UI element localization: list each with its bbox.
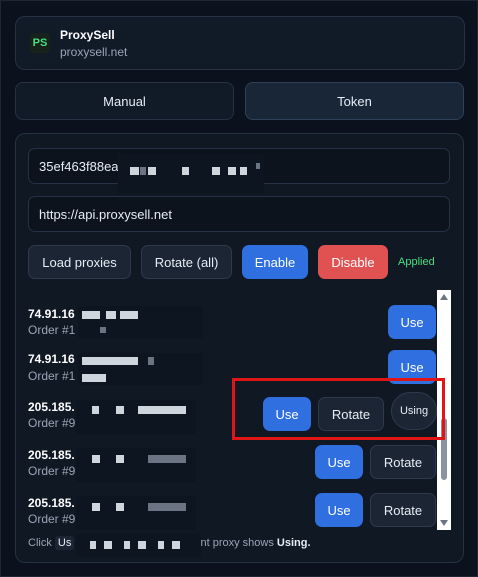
app-title: ProxySell [60, 28, 115, 42]
proxy-order: Order #1 [28, 323, 76, 337]
redaction-pixel [140, 167, 146, 175]
token-value: 35ef463f88ea [39, 158, 119, 174]
proxy-use-button[interactable]: Use [315, 493, 363, 527]
redaction-pixel [82, 311, 100, 319]
proxy-use-button[interactable]: Use [388, 350, 436, 384]
redaction-pixel [148, 503, 186, 511]
scroll-up-arrow-icon[interactable] [440, 294, 448, 300]
api-url-value: https://api.proxysell.net [39, 206, 172, 222]
app-domain: proxysell.net [60, 45, 128, 59]
proxy-rotate-button[interactable]: Rotate [370, 493, 436, 527]
redaction-pixel [138, 406, 186, 414]
footer-hint-prefix: Click [28, 537, 52, 549]
redaction-pixel [104, 541, 112, 549]
scrollbar-thumb[interactable] [441, 418, 447, 480]
redaction-pixel [100, 327, 106, 333]
redaction-pixel [148, 167, 156, 175]
proxy-ip: 205.185. [28, 448, 75, 462]
load-proxies-button[interactable]: Load proxies [28, 245, 131, 279]
proxy-rotate-button[interactable]: Rotate [370, 445, 436, 479]
proxy-order: Order #1 [28, 369, 76, 383]
redaction-pixel [212, 167, 220, 175]
proxy-use-button[interactable]: Use [315, 445, 363, 479]
proxy-order: Order #9 [28, 416, 76, 430]
status-applied: Applied [398, 256, 435, 268]
rotate-all-button[interactable]: Rotate (all) [141, 245, 232, 279]
redaction-pixel [148, 357, 154, 365]
proxy-ip: 205.185. [28, 496, 75, 510]
proxy-use-button[interactable]: Use [263, 397, 311, 431]
proxy-ip: 74.91.16 [28, 307, 75, 321]
proxy-rotate-button[interactable]: Rotate [318, 397, 384, 431]
redaction-pixel [106, 311, 116, 319]
redaction-pixel [90, 541, 96, 549]
scroll-down-arrow-icon[interactable] [440, 520, 448, 526]
redaction-pixel [82, 374, 106, 382]
proxy-list-scrollbar[interactable] [437, 290, 451, 530]
redaction-pixel [158, 541, 164, 549]
using-status-badge: Using [391, 392, 437, 430]
api-url-field[interactable]: https://api.proxysell.net [28, 196, 450, 232]
redaction-pixel [138, 541, 146, 549]
redaction-pixel [92, 406, 99, 414]
redaction-pixel [182, 167, 189, 175]
redaction-pixel [130, 167, 139, 175]
proxy-use-button[interactable]: Use [388, 305, 436, 339]
footer-hint-chip: Us [54, 536, 75, 550]
redaction-pixel [256, 163, 260, 169]
redaction-pixel [120, 311, 138, 319]
redaction-block [76, 496, 196, 530]
redaction-pixel [148, 455, 186, 463]
app-header: PS ProxySell proxysell.net [15, 16, 465, 70]
redaction-pixel [228, 167, 236, 175]
redaction-pixel [124, 541, 130, 549]
redaction-pixel [82, 357, 120, 365]
proxysell-logo: PS [30, 33, 50, 53]
footer-hint-suffix: nt proxy shows [200, 537, 274, 549]
redaction-block [76, 448, 196, 482]
redaction-pixel [172, 541, 180, 549]
redaction-pixel [240, 167, 247, 175]
redaction-pixel [116, 455, 124, 463]
enable-button[interactable]: Enable [242, 245, 308, 279]
proxy-order: Order #9 [28, 512, 76, 526]
redaction-pixel [92, 503, 100, 511]
redaction-pixel [116, 503, 124, 511]
tab-token[interactable]: Token [245, 82, 464, 120]
proxy-ip: 74.91.16 [28, 352, 75, 366]
proxy-ip: 205.185. [28, 400, 75, 414]
redaction-pixel [92, 455, 100, 463]
tab-manual[interactable]: Manual [15, 82, 234, 120]
redaction-pixel [120, 357, 138, 365]
footer-hint-emph: Using. [276, 537, 311, 549]
disable-button[interactable]: Disable [318, 245, 388, 279]
redaction-pixel [116, 406, 124, 414]
proxy-order: Order #9 [28, 464, 76, 478]
